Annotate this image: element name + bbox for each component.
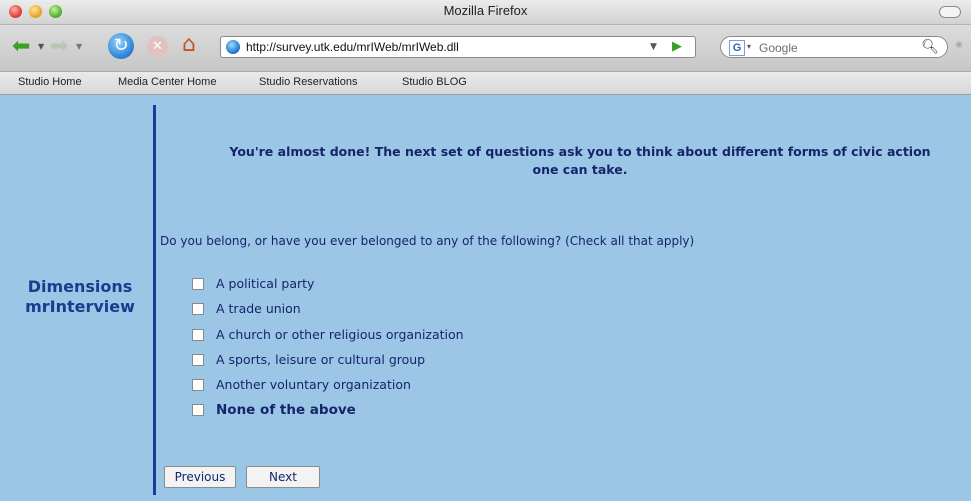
- forward-history-dropdown-icon[interactable]: ▼: [76, 42, 82, 51]
- window-title: Mozilla Firefox: [443, 3, 528, 18]
- search-engine-dropdown-icon[interactable]: ▾: [747, 42, 751, 51]
- question-text: Do you belong, or have you ever belonged…: [160, 234, 695, 248]
- bookmarks-bar: Studio Home Media Center Home Studio Res…: [0, 72, 971, 95]
- brand-line-2: mrInterview: [25, 297, 135, 316]
- url-bar[interactable]: http://survey.utk.edu/mrIWeb/mrIWeb.dll: [220, 36, 696, 58]
- checkbox[interactable]: [192, 328, 204, 341]
- next-button[interactable]: Next: [246, 466, 320, 488]
- google-icon[interactable]: G: [729, 40, 745, 56]
- option-label[interactable]: A church or other religious organization: [216, 327, 464, 342]
- previous-button[interactable]: Previous: [164, 466, 236, 488]
- bookmark-studio-blog[interactable]: Studio BLOG: [402, 76, 467, 88]
- stop-icon[interactable]: ✕: [147, 36, 168, 57]
- bookmark-studio-home[interactable]: Studio Home: [18, 76, 82, 88]
- checkbox[interactable]: [192, 379, 204, 392]
- reload-icon[interactable]: ↻: [108, 33, 134, 59]
- forward-arrow-icon[interactable]: ➡: [50, 35, 68, 59]
- page-heading: You're almost done! The next set of ques…: [160, 143, 971, 179]
- brand-line-1: Dimensions: [27, 277, 133, 296]
- brand-logo-text: Dimensions mrInterview: [10, 277, 150, 317]
- bookmark-studio-reservations[interactable]: Studio Reservations: [259, 76, 357, 88]
- option-label[interactable]: None of the above: [216, 402, 356, 418]
- toolbar-toggle-icon[interactable]: [939, 6, 961, 18]
- vertical-divider: [153, 105, 156, 495]
- back-arrow-icon[interactable]: ⬅: [12, 35, 30, 59]
- option-label[interactable]: A trade union: [216, 301, 301, 316]
- magnifier-icon[interactable]: 🔍︎: [921, 39, 939, 55]
- search-input[interactable]: Google: [759, 41, 798, 55]
- url-history-dropdown-icon[interactable]: ▼: [650, 42, 657, 52]
- url-text[interactable]: http://survey.utk.edu/mrIWeb/mrIWeb.dll: [246, 40, 459, 54]
- back-history-dropdown-icon[interactable]: ▼: [38, 42, 44, 51]
- option-label[interactable]: A sports, leisure or cultural group: [216, 352, 425, 367]
- survey-page: Dimensions mrInterview You're almost don…: [0, 95, 971, 501]
- globe-icon: [226, 40, 240, 54]
- browser-window: Mozilla Firefox ⬅ ▼ ➡ ▼ ↻ ✕ ⌂ http://sur…: [0, 0, 971, 501]
- heading-line-2: one can take.: [532, 162, 628, 177]
- checkbox[interactable]: [192, 404, 204, 417]
- heading-line-1: You're almost done! The next set of ques…: [229, 144, 931, 159]
- checkbox[interactable]: [192, 353, 204, 366]
- checkbox[interactable]: [192, 303, 204, 316]
- title-bar: Mozilla Firefox: [0, 0, 971, 25]
- go-arrow-icon[interactable]: ▶: [672, 39, 682, 54]
- search-bar[interactable]: G ▾ Google 🔍︎: [720, 36, 948, 58]
- activity-throbber-icon: ✷: [954, 38, 965, 52]
- option-label[interactable]: Another voluntary organization: [216, 377, 411, 392]
- option-label[interactable]: A political party: [216, 276, 314, 291]
- checkbox[interactable]: [192, 278, 204, 290]
- bookmark-media-center-home[interactable]: Media Center Home: [118, 76, 216, 88]
- home-icon[interactable]: ⌂: [182, 33, 196, 57]
